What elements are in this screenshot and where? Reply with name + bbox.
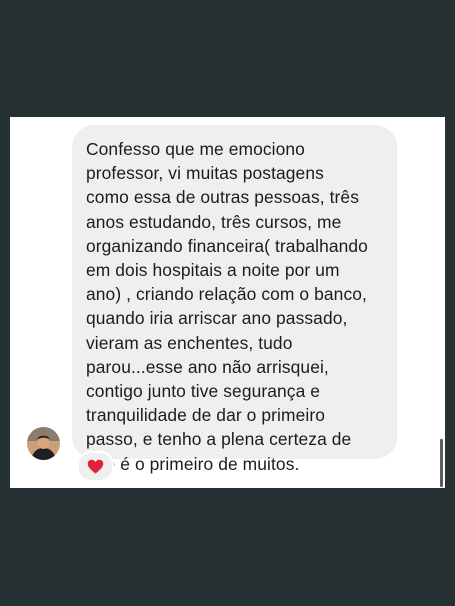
dm-thread-screenshot: Confesso que me emociono professor, vi m… <box>10 117 445 488</box>
message-bubble[interactable]: Confesso que me emociono professor, vi m… <box>72 125 397 474</box>
avatar-photo <box>27 427 60 460</box>
heart-icon <box>87 459 104 474</box>
sender-avatar[interactable] <box>27 427 60 460</box>
message-text: Confesso que me emociono professor, vi m… <box>86 139 368 474</box>
scrollbar[interactable] <box>440 439 443 487</box>
heart-reaction[interactable] <box>77 451 114 482</box>
